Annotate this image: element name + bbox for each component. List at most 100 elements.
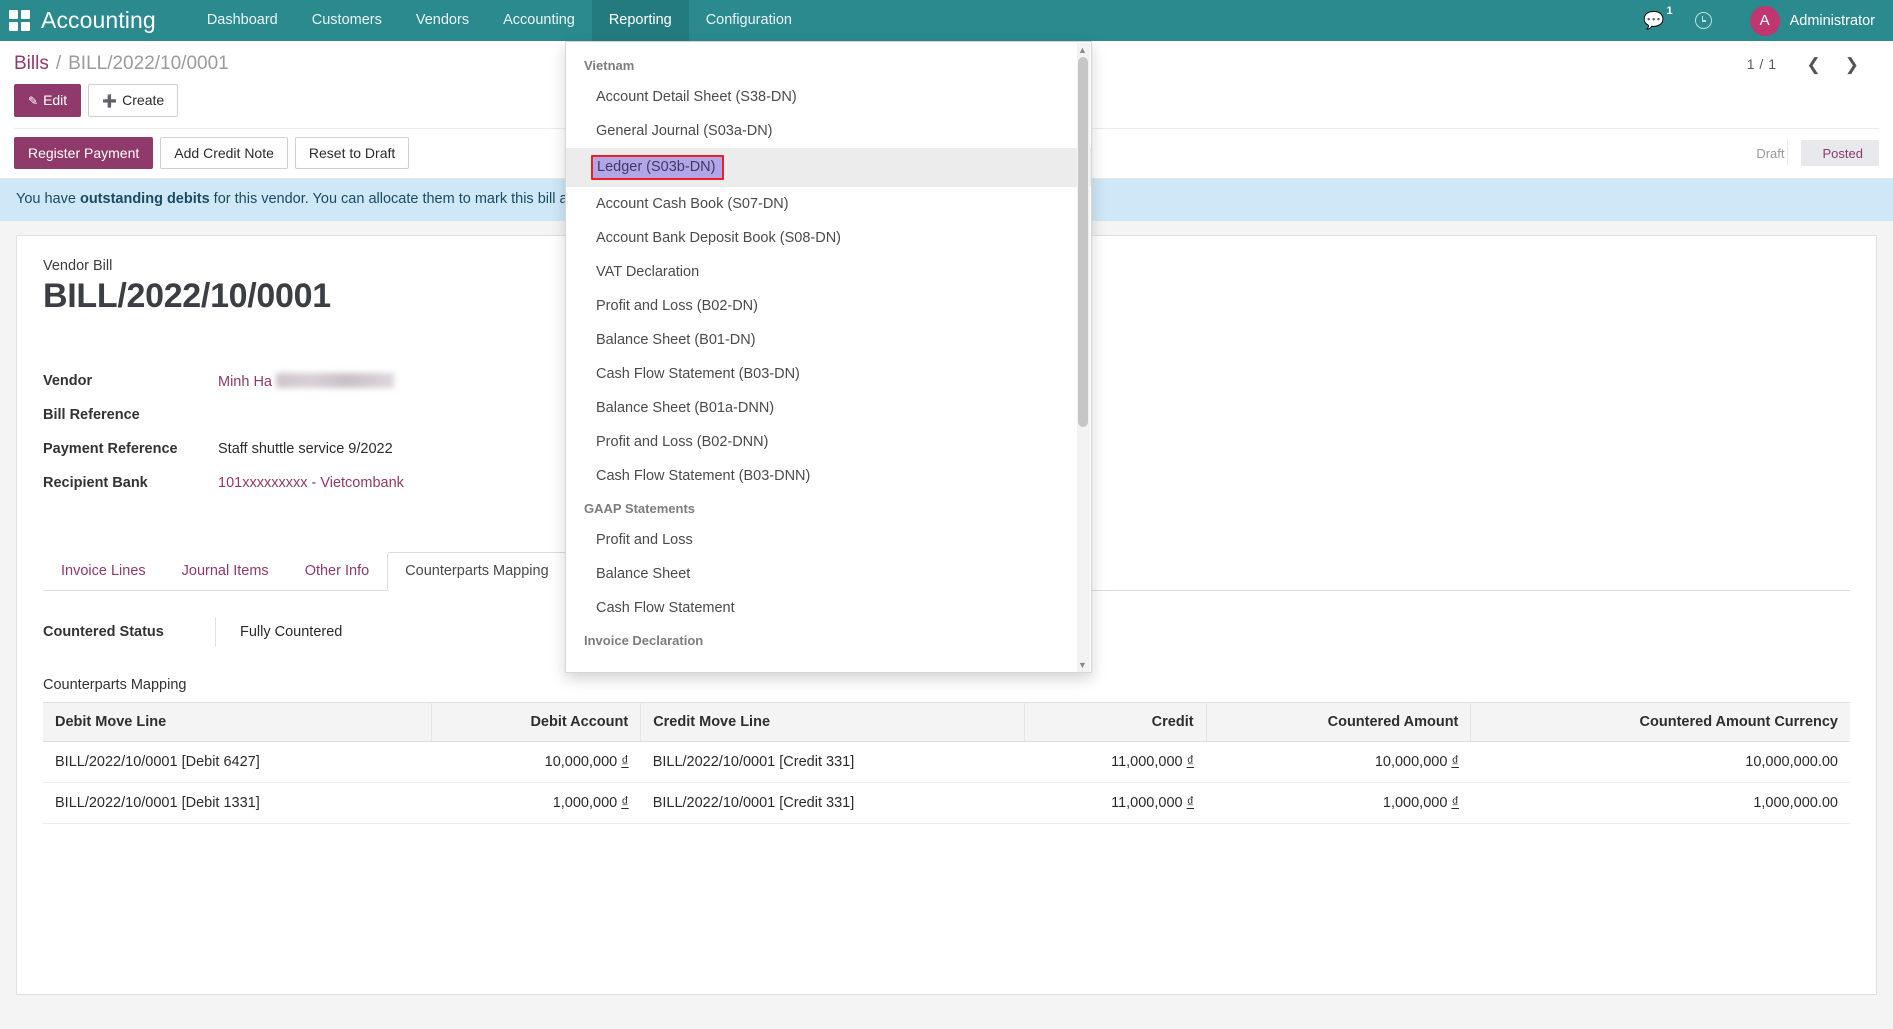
breadcrumb-current-record: BILL/2022/10/0001 [68, 53, 229, 75]
edit-button[interactable]: ✎ Edit [14, 84, 81, 117]
field-label-recipient-bank: Recipient Bank [43, 475, 218, 491]
breadcrumb-root-bills[interactable]: Bills [14, 53, 49, 75]
top-navbar: Accounting Dashboard Customers Vendors A… [0, 0, 1893, 41]
messages-button[interactable]: 💬 1 [1629, 12, 1678, 29]
table-head: Debit Move Line Debit Account Credit Mov… [43, 703, 1850, 742]
currency-symbol-dong: ₫ [621, 754, 628, 770]
user-menu[interactable]: A Administrator [1728, 6, 1875, 36]
messages-count-badge: 1 [1666, 5, 1672, 17]
table-body: BILL/2022/10/0001 [Debit 6427] 10,000,00… [43, 742, 1850, 824]
pencil-icon: ✎ [28, 94, 38, 108]
navbar-right-group: 💬 1 A Administrator [1629, 6, 1893, 36]
nav-item-dashboard[interactable]: Dashboard [190, 0, 295, 41]
field-value-vendor[interactable]: Minh Ha [218, 373, 394, 390]
menu-item-list-of-invoice-sold-goods[interactable]: List of Invoice, Financial paper of Sold… [566, 655, 1091, 672]
menu-item-cash-flow-statement-b03-dnn[interactable]: Cash Flow Statement (B03-DNN) [566, 459, 1091, 493]
record-pager: 1 / 1 ❮ ❯ [1747, 54, 1879, 75]
table-row[interactable]: BILL/2022/10/0001 [Debit 6427] 10,000,00… [43, 742, 1850, 783]
menu-item-profit-and-loss-b02-dnn[interactable]: Profit and Loss (B02-DNN) [566, 425, 1091, 459]
nav-item-configuration[interactable]: Configuration [689, 0, 809, 41]
chat-bubble-icon: 💬 [1643, 12, 1664, 29]
field-row-payment-reference: Payment Reference Staff shuttle service … [43, 432, 603, 466]
add-credit-note-button[interactable]: Add Credit Note [160, 137, 288, 169]
reporting-dropdown-menu: Vietnam Account Detail Sheet (S38-DN) Ge… [565, 41, 1092, 673]
tab-counterparts-mapping[interactable]: Counterparts Mapping [387, 552, 566, 591]
col-credit[interactable]: Credit [1024, 703, 1206, 742]
cell-debit-move-line: BILL/2022/10/0001 [Debit 6427] [43, 742, 432, 783]
chevron-left-icon[interactable]: ❮ [1797, 54, 1831, 75]
currency-symbol-dong: ₫ [1187, 754, 1194, 770]
col-countered-amount[interactable]: Countered Amount [1206, 703, 1471, 742]
col-debit-account[interactable]: Debit Account [432, 703, 641, 742]
dropdown-scroll-area[interactable]: Vietnam Account Detail Sheet (S38-DN) Ge… [566, 42, 1091, 672]
menu-item-balance-sheet-b01a-dnn[interactable]: Balance Sheet (B01a-DNN) [566, 391, 1091, 425]
menu-item-account-bank-deposit-book[interactable]: Account Bank Deposit Book (S08-DN) [566, 221, 1091, 255]
menu-item-gaap-profit-and-loss[interactable]: Profit and Loss [566, 523, 1091, 557]
dropdown-section-header-vietnam: Vietnam [566, 50, 1091, 80]
field-label-countered-status: Countered Status [43, 624, 215, 640]
menu-item-vat-declaration[interactable]: VAT Declaration [566, 255, 1091, 289]
cell-debit-account-value: 1,000,000 [553, 795, 618, 811]
menu-item-profit-and-loss-b02-dn[interactable]: Profit and Loss (B02-DN) [566, 289, 1091, 323]
cell-countered-amount: 1,000,000 ₫ [1206, 783, 1471, 824]
currency-symbol-dong: ₫ [1451, 754, 1458, 770]
table-row[interactable]: BILL/2022/10/0001 [Debit 1331] 1,000,000… [43, 783, 1850, 824]
cell-credit-move-line: BILL/2022/10/0001 [Credit 331] [641, 783, 1024, 824]
tab-other-info[interactable]: Other Info [287, 552, 387, 591]
field-value-recipient-bank[interactable]: 101xxxxxxxxx - Vietcombank [218, 475, 404, 491]
tab-invoice-lines[interactable]: Invoice Lines [43, 552, 164, 591]
cell-debit-account: 10,000,000 ₫ [432, 742, 641, 783]
nav-item-accounting[interactable]: Accounting [486, 0, 592, 41]
field-label-payment-reference: Payment Reference [43, 441, 218, 457]
nav-item-reporting[interactable]: Reporting [592, 0, 689, 41]
menu-item-general-journal[interactable]: General Journal (S03a-DN) [566, 114, 1091, 148]
cell-debit-move-line: BILL/2022/10/0001 [Debit 1331] [43, 783, 432, 824]
reset-to-draft-button[interactable]: Reset to Draft [295, 137, 409, 169]
redacted-vendor-blur [276, 373, 394, 388]
alert-text-after: for this vendor. You can allocate them t… [210, 191, 575, 207]
col-countered-amount-currency[interactable]: Countered Amount Currency [1471, 703, 1850, 742]
caret-down-icon[interactable]: ▼ [1077, 660, 1088, 671]
dropdown-scrollbar-thumb[interactable] [1078, 57, 1088, 427]
menu-item-ledger[interactable]: Ledger (S03b-DN) [566, 148, 1091, 187]
menu-item-account-detail-sheet[interactable]: Account Detail Sheet (S38-DN) [566, 80, 1091, 114]
clock-icon [1695, 12, 1712, 29]
plus-icon: ➕ [102, 94, 117, 108]
alert-text-before: You have [16, 191, 80, 207]
counterparts-mapping-table: Debit Move Line Debit Account Credit Mov… [43, 702, 1850, 824]
currency-symbol-dong: ₫ [1187, 795, 1194, 811]
breadcrumb-separator: / [56, 53, 61, 75]
field-row-bill-reference: Bill Reference [43, 398, 603, 432]
tab-journal-items[interactable]: Journal Items [164, 552, 287, 591]
cell-countered-amount-value: 1,000,000 [1383, 795, 1448, 811]
menu-item-balance-sheet-b01-dn[interactable]: Balance Sheet (B01-DN) [566, 323, 1091, 357]
col-debit-move-line[interactable]: Debit Move Line [43, 703, 432, 742]
status-badge-posted[interactable]: Posted [1801, 140, 1879, 166]
create-button[interactable]: ➕Create [88, 84, 178, 117]
counterparts-mapping-subtitle: Counterparts Mapping [43, 677, 1850, 693]
field-row-vendor: Vendor Minh Ha [43, 364, 603, 398]
chevron-right-icon[interactable]: ❯ [1835, 54, 1869, 75]
register-payment-button[interactable]: Register Payment [14, 137, 153, 169]
col-credit-move-line[interactable]: Credit Move Line [641, 703, 1024, 742]
apps-grid-icon[interactable] [9, 10, 31, 32]
cell-countered-amount: 10,000,000 ₫ [1206, 742, 1471, 783]
menu-item-account-cash-book[interactable]: Account Cash Book (S07-DN) [566, 187, 1091, 221]
menu-item-gaap-balance-sheet[interactable]: Balance Sheet [566, 557, 1091, 591]
edit-button-label: Edit [43, 92, 67, 108]
dropdown-section-header-invoice-declaration: Invoice Declaration [566, 625, 1091, 655]
cell-countered-amount-currency: 10,000,000.00 [1471, 742, 1850, 783]
nav-item-vendors[interactable]: Vendors [399, 0, 486, 41]
menu-item-cash-flow-statement-b03-dn[interactable]: Cash Flow Statement (B03-DN) [566, 357, 1091, 391]
app-brand-title[interactable]: Accounting [41, 7, 156, 34]
alert-text-bold[interactable]: outstanding debits [80, 191, 210, 207]
activities-button[interactable] [1679, 12, 1728, 29]
nav-item-customers[interactable]: Customers [295, 0, 399, 41]
vendor-name-text: Minh Ha [218, 374, 272, 390]
menu-item-gaap-cash-flow-statement[interactable]: Cash Flow Statement [566, 591, 1091, 625]
field-row-recipient-bank: Recipient Bank 101xxxxxxxxx - Vietcomban… [43, 466, 603, 500]
cell-debit-account-value: 10,000,000 [545, 754, 618, 770]
caret-up-icon[interactable]: ▲ [1077, 45, 1088, 56]
field-value-payment-reference[interactable]: Staff shuttle service 9/2022 [218, 441, 393, 457]
dropdown-scrollbar[interactable]: ▲ ▼ [1077, 43, 1090, 673]
